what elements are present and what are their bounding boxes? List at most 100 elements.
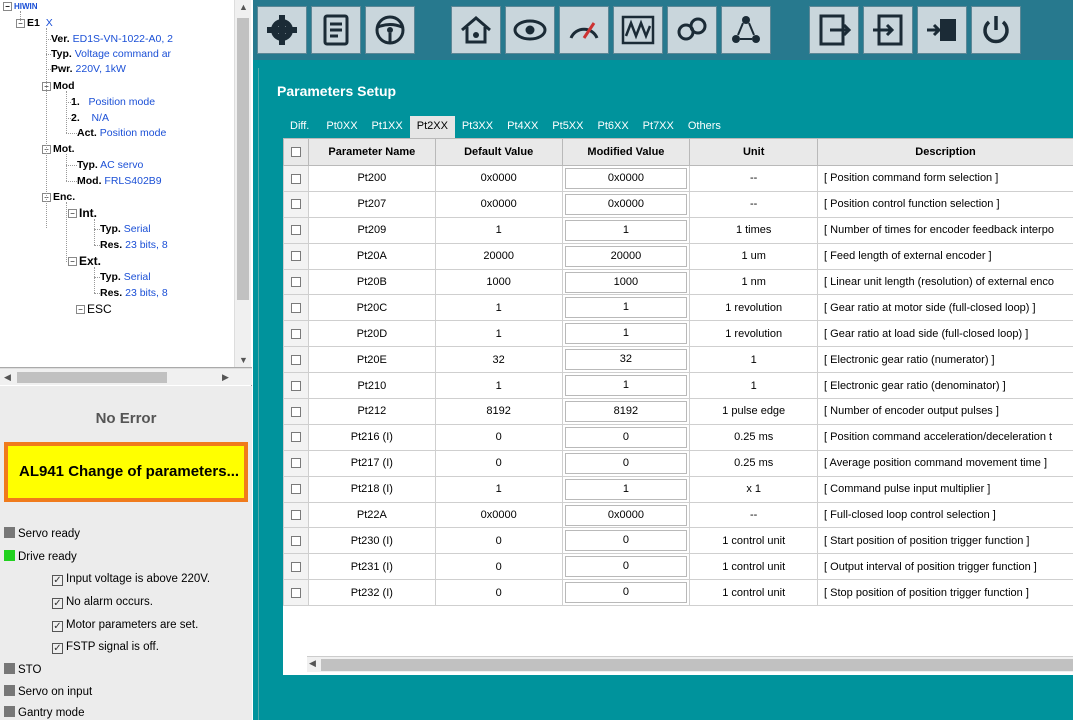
row-select-cell[interactable] [283, 527, 309, 555]
checkbox-icon[interactable] [290, 406, 301, 417]
tree-node-mot-mod[interactable]: Mod. FRLS402B9 [77, 175, 162, 187]
row-select-cell[interactable] [283, 294, 309, 322]
row-select-cell[interactable] [283, 423, 309, 451]
modified-value-input[interactable]: 1 [564, 323, 688, 345]
alarm-banner[interactable]: AL941 Change of parameters... [4, 442, 248, 502]
row-select-cell[interactable] [283, 553, 309, 581]
checkbox-icon[interactable] [290, 484, 301, 495]
tab-pt2xx[interactable]: Pt2XX [409, 116, 455, 138]
checkbox-icon[interactable] [290, 147, 301, 158]
tree-node-ver[interactable]: Ver. ED1S-VN-1022-A0, 2 [51, 33, 173, 45]
jog-button[interactable] [365, 6, 415, 54]
row-select-cell[interactable] [283, 346, 309, 374]
scroll-up-icon[interactable]: ▲ [239, 2, 248, 12]
tree-node-mod-act[interactable]: Act. Position mode [77, 127, 166, 139]
checkbox-icon[interactable] [290, 380, 301, 391]
collapse-icon[interactable]: − [68, 209, 77, 219]
tab-pt0xx[interactable]: Pt0XX [319, 116, 364, 138]
row-select-cell[interactable] [283, 242, 309, 270]
scroll-left-icon[interactable]: ◀ [309, 658, 316, 669]
tree-node-mod-2[interactable]: 2. N/A [71, 112, 109, 124]
export-button[interactable] [809, 6, 859, 54]
tree-node-ext-res[interactable]: Res. 23 bits, 8 [100, 287, 168, 299]
tree-node-typ[interactable]: Typ. Voltage command ar [51, 48, 171, 60]
tree-node-int-typ[interactable]: Typ. Serial [100, 223, 151, 235]
modified-value-input[interactable]: 1000 [564, 271, 688, 293]
row-select-cell[interactable] [283, 475, 309, 503]
import-button[interactable] [863, 6, 913, 54]
table-row[interactable]: Pt212 8192 8192 1 pulse edge[ Number of enc… [283, 398, 1073, 425]
table-row[interactable]: Pt20D 1 1 1 revolution[ Gear ratio at load … [283, 320, 1073, 348]
table-row[interactable]: Pt209 1 1 1 times[ Number of times for enco… [283, 216, 1073, 244]
table-row[interactable]: Pt216 (I) 0 0 0.25 ms[ Position command acc… [283, 423, 1073, 451]
tree-vertical-scrollbar[interactable]: ▲ ▼ [234, 0, 251, 367]
modified-value-input[interactable]: 0x0000 [564, 167, 688, 189]
tools-button[interactable] [257, 6, 307, 54]
checkbox-icon[interactable] [290, 458, 301, 469]
row-select-cell[interactable] [283, 216, 309, 244]
table-row[interactable]: Pt210 1 1 1[ Electronic gear ratio (denomin… [283, 372, 1073, 400]
tree-node-pwr[interactable]: Pwr. 220V, 1kW [51, 63, 126, 75]
scroll-thumb[interactable] [321, 659, 1073, 671]
row-select-cell[interactable] [283, 165, 309, 192]
tab-diff[interactable]: Diff. [283, 116, 319, 138]
checkbox-icon[interactable] [290, 354, 301, 365]
table-row[interactable]: Pt200 0x0000 0x0000 --[ Position command fo… [283, 165, 1073, 192]
tab-pt5xx[interactable]: Pt5XX [545, 116, 590, 138]
tree-node-e1[interactable]: − E1 X [16, 17, 53, 29]
expand-icon[interactable]: − [76, 305, 85, 315]
scroll-left-icon[interactable]: ◀ [4, 372, 11, 383]
modified-value-input[interactable]: 1 [564, 297, 688, 319]
table-row[interactable]: Pt207 0x0000 0x0000 --[ Position control fu… [283, 190, 1073, 218]
table-row[interactable]: Pt232 (I) 0 0 1 control unit[ Stop position… [283, 579, 1073, 607]
table-row[interactable]: Pt231 (I) 0 0 1 control unit[ Output interv… [283, 553, 1073, 581]
checkbox-icon[interactable] [290, 328, 301, 339]
table-row[interactable]: Pt20B 1000 1000 1 nm[ Linear unit length (r… [283, 268, 1073, 296]
modified-value-input[interactable]: 0 [564, 582, 688, 604]
tab-pt7xx[interactable]: Pt7XX [636, 116, 681, 138]
modified-value-input[interactable]: 0 [564, 556, 688, 578]
collapse-icon[interactable]: − [68, 257, 77, 267]
table-row[interactable]: Pt22A 0x0000 0x0000 --[ Full-closed loop co… [283, 501, 1073, 529]
scroll-thumb[interactable] [17, 372, 167, 383]
scroll-right-icon[interactable]: ▶ [222, 372, 229, 383]
monitor-button[interactable] [505, 6, 555, 54]
table-row[interactable]: Pt230 (I) 0 0 1 control unit[ Start positio… [283, 527, 1073, 555]
row-select-cell[interactable] [283, 449, 309, 477]
tab-others[interactable]: Others [681, 116, 728, 138]
checkbox-icon[interactable] [290, 302, 301, 313]
parameter-list-button[interactable] [311, 6, 361, 54]
row-select-cell[interactable] [283, 190, 309, 218]
table-horizontal-scrollbar[interactable]: ◀ [307, 656, 1073, 672]
row-select-cell[interactable] [283, 320, 309, 348]
modified-value-input[interactable]: 0 [564, 452, 688, 474]
tab-pt3xx[interactable]: Pt3XX [455, 116, 500, 138]
row-select-cell[interactable] [283, 579, 309, 607]
modified-value-input[interactable]: 1 [564, 375, 688, 397]
tree-node-enc-int[interactable]: − Int. [68, 207, 97, 219]
modified-value-input[interactable]: 8192 [564, 400, 688, 422]
modified-value-input[interactable]: 32 [564, 349, 688, 371]
checkbox-icon[interactable] [290, 277, 301, 288]
modified-value-input[interactable]: 0x0000 [564, 504, 688, 526]
modified-value-input[interactable]: 0 [564, 426, 688, 448]
checkbox-icon[interactable] [290, 587, 301, 598]
chip-load-button[interactable] [917, 6, 967, 54]
scroll-down-icon[interactable]: ▼ [239, 355, 248, 365]
tree-node-mot-typ[interactable]: Typ. AC servo [77, 159, 143, 171]
scroll-thumb[interactable] [237, 18, 249, 300]
tree-node-enc-ext[interactable]: − Ext. [68, 255, 101, 267]
loop-button[interactable] [721, 6, 771, 54]
tab-pt6xx[interactable]: Pt6XX [590, 116, 635, 138]
tree-node-esc[interactable]: − ESC [76, 303, 112, 315]
checkbox-icon[interactable] [290, 251, 301, 262]
table-row[interactable]: Pt20A 20000 20000 1 um[ Feed length of exte… [283, 242, 1073, 270]
home-button[interactable] [451, 6, 501, 54]
scope-button[interactable] [613, 6, 663, 54]
tree-horizontal-scrollbar[interactable]: ◀ ▶ [0, 368, 252, 385]
tree-node-ext-typ[interactable]: Typ. Serial [100, 271, 151, 283]
power-reset-button[interactable] [971, 6, 1021, 54]
row-select-cell[interactable] [283, 372, 309, 400]
table-row[interactable]: Pt217 (I) 0 0 0.25 ms[ Average position com… [283, 449, 1073, 477]
tab-pt1xx[interactable]: Pt1XX [365, 116, 410, 138]
